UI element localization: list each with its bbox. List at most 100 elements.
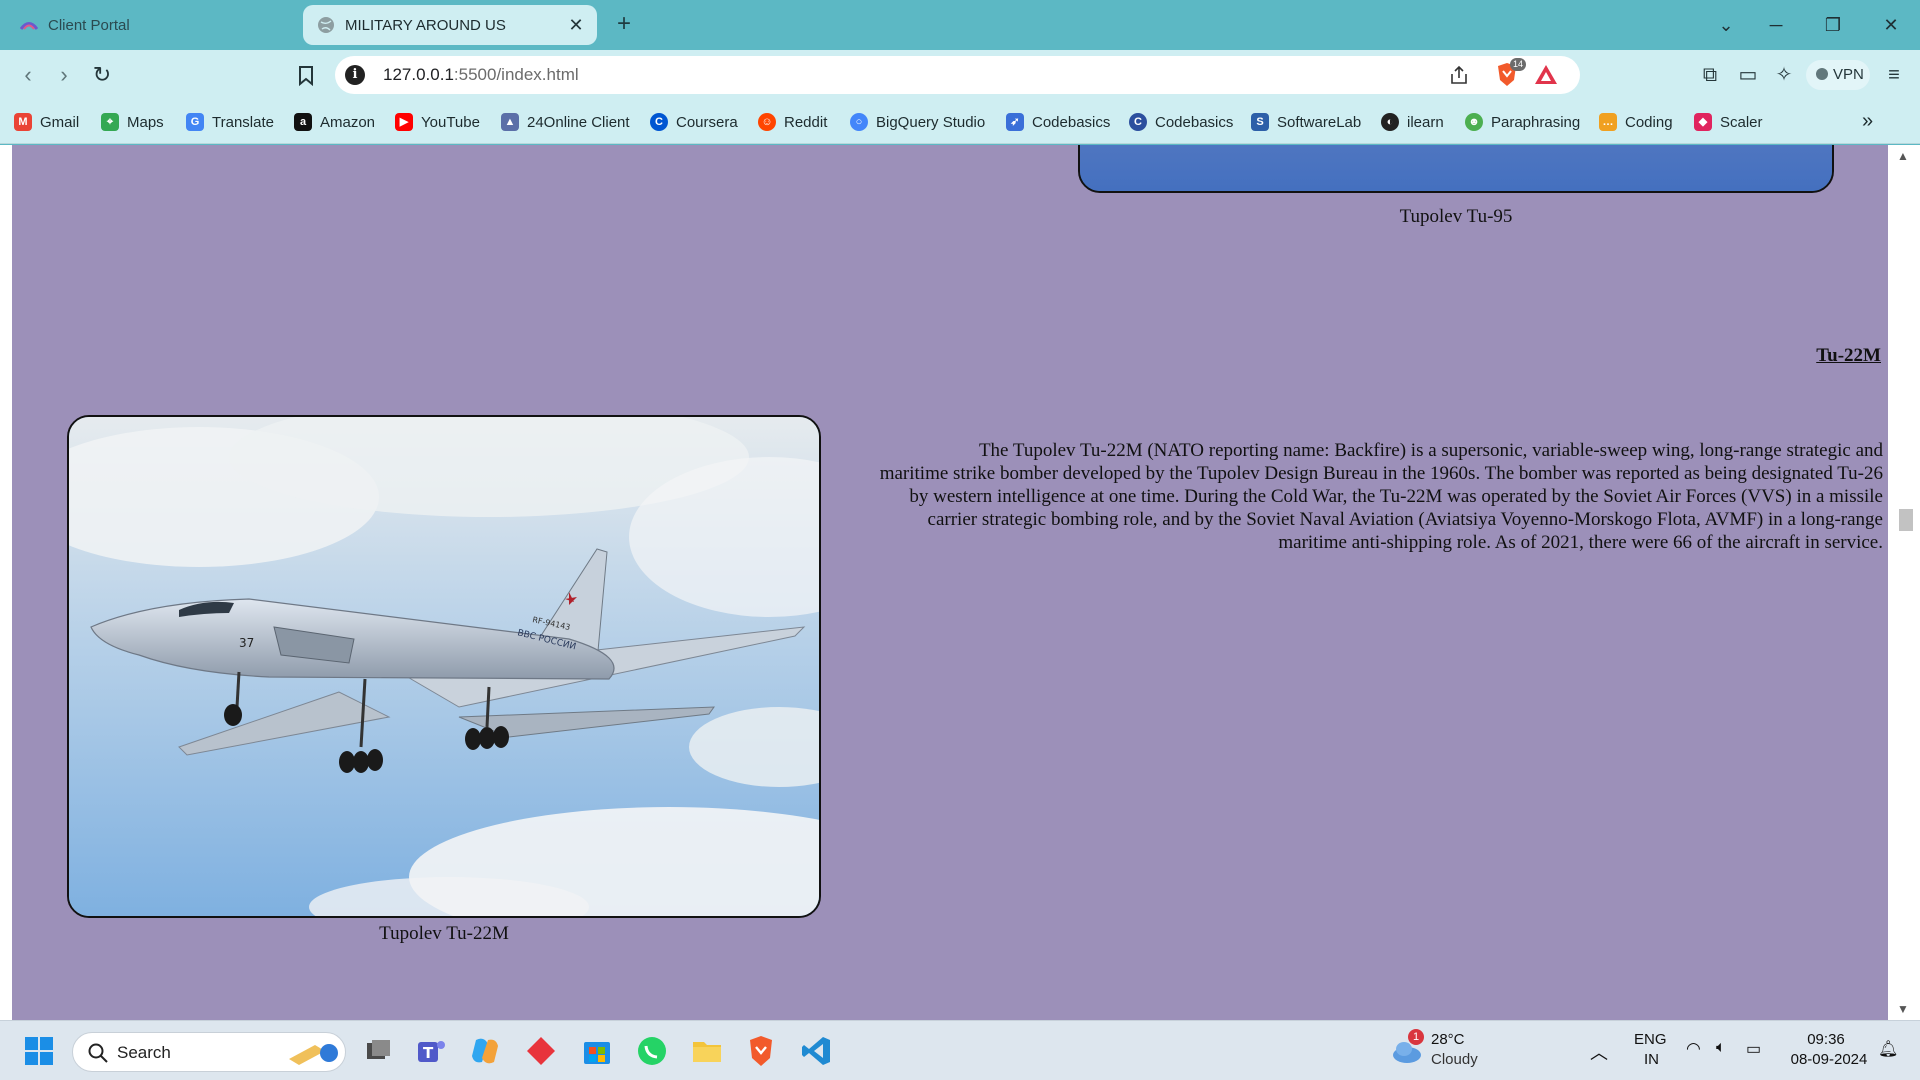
bookmark-bigquery[interactable]: ○ BigQuery Studio xyxy=(850,111,985,133)
page-scrollbar[interactable]: ▲ ▼ xyxy=(1888,145,1920,1020)
bookmark-reddit[interactable]: ☺ Reddit xyxy=(758,111,827,133)
whatsapp-icon[interactable] xyxy=(635,1034,669,1068)
amazon-icon: a xyxy=(294,113,312,131)
address-bar[interactable]: i 127.0.0.1:5500/index.html 14 xyxy=(335,56,1580,94)
shield-count-badge: 14 xyxy=(1509,58,1526,71)
search-icon xyxy=(88,1043,108,1063)
site-info-icon[interactable]: i xyxy=(345,65,365,85)
bookmark-24online[interactable]: ▲ 24Online Client xyxy=(501,111,630,133)
coding-icon: … xyxy=(1599,113,1617,131)
tu-22m-aircraft-photo: 37 RF-94143 ВВС РОССИИ xyxy=(69,417,819,916)
share-icon[interactable] xyxy=(1448,64,1470,86)
svg-text:T: T xyxy=(423,1044,434,1062)
tab-label: MILITARY AROUND US xyxy=(345,16,506,34)
language-bottom[interactable]: IN xyxy=(1644,1051,1659,1068)
teams-icon[interactable]: T xyxy=(414,1034,448,1068)
paraphrasing-icon: ☻ xyxy=(1465,113,1483,131)
bookmark-coursera[interactable]: C Coursera xyxy=(650,111,738,133)
clock-date[interactable]: 08-09-2024 xyxy=(1784,1051,1874,1068)
menu-hamburger-icon[interactable]: ≡ xyxy=(1880,61,1908,89)
weather-cloud-icon[interactable]: 1 xyxy=(1390,1029,1424,1067)
tab-search-chevron-down-icon[interactable]: ⌄ xyxy=(1708,10,1744,40)
bookmark-paraphrasing[interactable]: ☻ Paraphrasing xyxy=(1465,111,1580,133)
vpn-button[interactable]: VPN xyxy=(1806,60,1870,90)
wifi-icon[interactable]: ◠ xyxy=(1686,1039,1701,1059)
bookmarks-bar: M Gmail ⌖ Maps G Translate a Amazon ▶ YouTube… xyxy=(0,100,1920,144)
tu-95-image-frame xyxy=(1078,145,1834,193)
codebasics-rocket-icon: ➶ xyxy=(1006,113,1024,131)
browser-toolbar: ‹ › ↻ i 127.0.0.1:5500/index.html 14 ⧉ ▭… xyxy=(0,50,1920,100)
bookmark-scaler[interactable]: ◆ Scaler xyxy=(1694,111,1763,133)
more-bookmarks-chevron-icon[interactable]: » xyxy=(1862,110,1873,133)
brave-shields-icon[interactable]: 14 xyxy=(1494,58,1526,88)
coursera-icon: C xyxy=(650,113,668,131)
brave-browser-icon[interactable] xyxy=(744,1034,778,1068)
task-view-icon[interactable] xyxy=(362,1034,396,1068)
clock-time[interactable]: 09:36 xyxy=(1786,1031,1866,1048)
bookmark-coding[interactable]: … Coding xyxy=(1599,111,1673,133)
24online-icon: ▲ xyxy=(501,113,519,131)
vscode-icon[interactable] xyxy=(799,1034,833,1068)
bookmark-translate[interactable]: G Translate xyxy=(186,111,274,133)
reload-icon[interactable]: ↻ xyxy=(87,61,117,91)
diamond-app-icon[interactable] xyxy=(524,1034,558,1068)
scrollbar-thumb[interactable] xyxy=(1899,509,1913,531)
bookmark-softwarelab[interactable]: S SoftwareLab xyxy=(1251,111,1361,133)
notifications-bell-icon[interactable]: 🔔︎ xyxy=(1878,1039,1898,1059)
bookmark-codebasics-2[interactable]: C Codebasics xyxy=(1129,111,1233,133)
scaler-icon: ◆ xyxy=(1694,113,1712,131)
minimize-button[interactable]: ─ xyxy=(1758,10,1794,40)
bigquery-icon: ○ xyxy=(850,113,868,131)
taskbar-search-box[interactable]: Search xyxy=(72,1032,346,1072)
brave-rewards-icon[interactable] xyxy=(1534,63,1558,87)
weather-badge: 1 xyxy=(1408,1029,1424,1045)
leo-ai-icon[interactable]: ✧ xyxy=(1770,61,1798,89)
weather-temperature[interactable]: 28°C xyxy=(1431,1031,1465,1048)
weather-condition[interactable]: Cloudy xyxy=(1431,1051,1478,1068)
tu-95-caption: Tupolev Tu-95 xyxy=(1399,206,1513,227)
bookmark-maps[interactable]: ⌖ Maps xyxy=(101,111,164,133)
microsoft-store-icon[interactable] xyxy=(580,1034,614,1068)
bookmark-codebasics-1[interactable]: ➶ Codebasics xyxy=(1006,111,1110,133)
vpn-status-dot-icon xyxy=(1816,68,1828,80)
tab-label: Client Portal xyxy=(48,16,130,34)
tab-client-portal[interactable]: Client Portal xyxy=(8,5,298,45)
wallet-icon[interactable]: ▭ xyxy=(1734,61,1762,89)
extensions-puzzle-icon[interactable]: ⧉ xyxy=(1696,61,1724,89)
volume-icon[interactable]: 🔈︎ xyxy=(1716,1039,1726,1057)
show-hidden-icons-chevron-up-icon[interactable]: ︿ xyxy=(1590,1039,1608,1065)
tu-22m-image: 37 RF-94143 ВВС РОССИИ xyxy=(67,415,821,918)
section-heading: Tu-22M xyxy=(1816,345,1881,366)
bookmark-icon[interactable] xyxy=(291,61,321,91)
codebasics-c-icon: C xyxy=(1129,113,1147,131)
close-tab-icon[interactable]: ✕ xyxy=(565,14,587,36)
tab-military-around-us[interactable]: MILITARY AROUND US ✕ xyxy=(303,5,597,45)
restore-button[interactable]: ❐ xyxy=(1815,10,1851,40)
bookmark-ilearn[interactable]: ◐ ilearn xyxy=(1381,111,1444,133)
copilot-icon[interactable] xyxy=(468,1034,502,1068)
url-text[interactable]: 127.0.0.1:5500/index.html xyxy=(383,65,579,85)
reddit-icon: ☺ xyxy=(758,113,776,131)
close-window-button[interactable]: ✕ xyxy=(1873,10,1909,40)
forward-arrow-icon[interactable]: › xyxy=(49,61,79,91)
windows-start-icon[interactable] xyxy=(22,1034,56,1068)
maps-icon: ⌖ xyxy=(101,113,119,131)
back-arrow-icon[interactable]: ‹ xyxy=(13,61,43,91)
tu-22m-description: The Tupolev Tu-22M (NATO reporting name:… xyxy=(879,440,1883,553)
windows-taskbar: Search T 1 28°C Cloudy ︿ ENG IN ◠ 🔈︎ ▭ 0… xyxy=(0,1020,1920,1080)
bookmark-youtube[interactable]: ▶ YouTube xyxy=(395,111,480,133)
scroll-down-arrow-icon[interactable]: ▼ xyxy=(1897,1002,1909,1016)
file-explorer-icon[interactable] xyxy=(690,1034,724,1068)
language-top[interactable]: ENG xyxy=(1634,1031,1667,1048)
tab-strip: Client Portal MILITARY AROUND US ✕ + ⌄ ─… xyxy=(0,0,1920,50)
softwarelab-icon: S xyxy=(1251,113,1269,131)
page-viewport: Tupolev Tu-95 Tu-22M 37 RF-94143 ВВС РОС… xyxy=(0,145,1920,1020)
aircraft-number-marking: 37 xyxy=(239,636,254,650)
search-highlight-icon xyxy=(289,1044,338,1065)
page-body: Tupolev Tu-95 Tu-22M 37 RF-94143 ВВС РОС… xyxy=(12,145,1888,1020)
new-tab-button[interactable]: + xyxy=(610,11,638,39)
battery-icon[interactable]: ▭ xyxy=(1746,1039,1761,1059)
scroll-up-arrow-icon[interactable]: ▲ xyxy=(1897,149,1909,163)
bookmark-gmail[interactable]: M Gmail xyxy=(14,111,79,133)
bookmark-amazon[interactable]: a Amazon xyxy=(294,111,375,133)
